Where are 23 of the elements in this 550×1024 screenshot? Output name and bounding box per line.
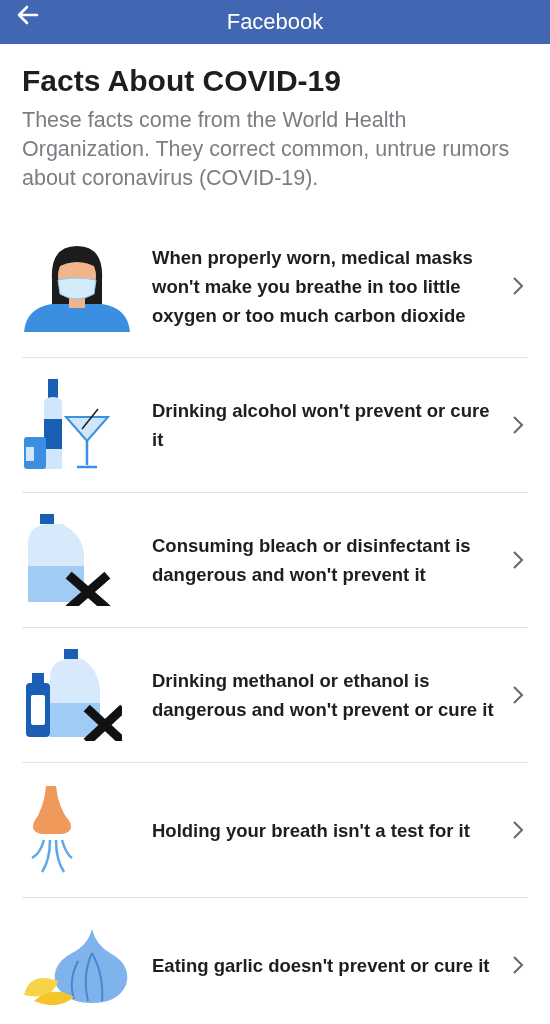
fact-item[interactable]: Consuming bleach or disinfectant is dangerous and won't prevent it (22, 492, 528, 627)
fact-item[interactable]: Eating garlic doesn't prevent or cure it (22, 897, 528, 1024)
chevron-right-icon (512, 415, 524, 435)
chevron-right-icon (512, 685, 524, 705)
fact-title: Drinking methanol or ethanol is dangerous and won't prevent or cure it (152, 669, 495, 722)
fact-item[interactable]: Drinking alcohol won't prevent or cure it (22, 357, 528, 492)
chevron-right-icon (512, 820, 524, 840)
back-arrow-icon[interactable] (16, 3, 40, 27)
intro-text: These facts come from the World Health Organization. They correct common, untrue rumors about coronavirus (COVID-19). (22, 107, 511, 192)
bottle-and-glass-icon (22, 379, 112, 471)
fact-item[interactable]: When properly worn, medical masks won't make you breathe in too little oxygen or too much carbon dioxide (22, 215, 528, 357)
chevron-right-icon (512, 550, 524, 570)
fact-title: Holding your breath isn't a test for it (152, 818, 471, 843)
chevron-right-icon (512, 276, 524, 296)
chevron-right-icon (512, 955, 524, 975)
fact-title: When properly worn, medical masks won't make you breathe in too little oxygen or too much carbon dioxide (152, 245, 474, 328)
fact-title: Consuming bleach or disinfectant is dangerous and won't prevent it (152, 534, 472, 587)
fact-item[interactable]: Holding your breath isn't a test for it (22, 762, 528, 897)
fact-title: Drinking alcohol won't prevent or cure it (152, 399, 491, 452)
fact-title: Eating garlic doesn't prevent or cure it (152, 953, 491, 978)
app-title: Facebook (226, 9, 324, 35)
page-heading: Facts About COVID-19 (22, 64, 342, 98)
fact-item[interactable]: Drinking methanol or ethanol is dangerous and won't prevent or cure it (22, 627, 528, 762)
